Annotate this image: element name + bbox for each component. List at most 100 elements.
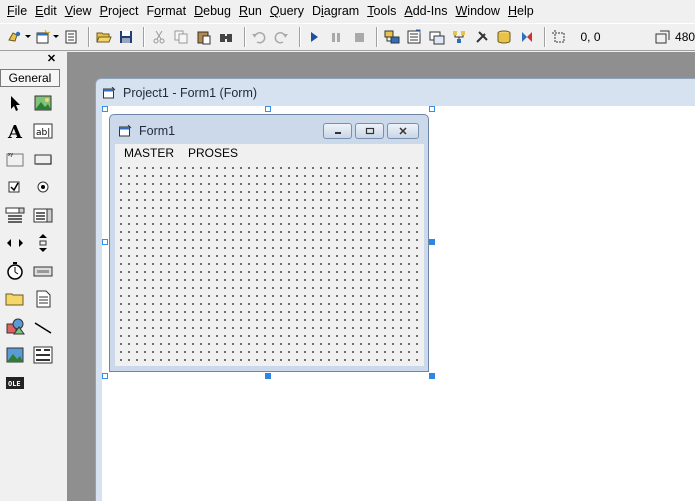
combobox-icon[interactable] bbox=[3, 203, 27, 227]
add-project-button[interactable] bbox=[6, 27, 25, 47]
data-icon[interactable] bbox=[31, 343, 55, 367]
menu-editor-button[interactable] bbox=[62, 27, 81, 47]
toolbox-panel: ✕ General Aab| xy OLE bbox=[0, 52, 62, 501]
resize-handle[interactable] bbox=[429, 239, 435, 245]
commandbutton-icon[interactable] bbox=[31, 147, 55, 171]
line-icon[interactable] bbox=[31, 315, 55, 339]
properties-window-icon[interactable] bbox=[405, 27, 424, 47]
resize-handle bbox=[265, 106, 271, 112]
save-project-icon[interactable] bbox=[117, 27, 136, 47]
menu-view[interactable]: View bbox=[61, 0, 96, 22]
object-browser-icon[interactable] bbox=[450, 27, 469, 47]
svg-text:OLE: OLE bbox=[8, 380, 21, 388]
standard-toolbar: 0, 0 480 bbox=[0, 23, 695, 51]
optionbutton-icon[interactable] bbox=[31, 175, 55, 199]
find-icon[interactable] bbox=[217, 27, 236, 47]
pointer-icon[interactable] bbox=[3, 91, 27, 115]
svg-text:A: A bbox=[7, 122, 23, 141]
form1-menu-bar: MASTER PROSES bbox=[115, 144, 424, 162]
toolbar-separator bbox=[298, 27, 301, 47]
svg-text:ab|: ab| bbox=[36, 128, 50, 138]
position-readout: 0, 0 bbox=[580, 30, 601, 44]
form-designer-title-text: Project1 - Form1 (Form) bbox=[123, 86, 258, 100]
toolbox-tab-general[interactable]: General bbox=[0, 69, 60, 87]
drivelistbox-icon[interactable] bbox=[31, 259, 55, 283]
menu-run[interactable]: Run bbox=[235, 0, 266, 22]
minimize-button[interactable] bbox=[323, 123, 352, 139]
image-icon[interactable] bbox=[3, 343, 27, 367]
resize-handle bbox=[102, 373, 108, 379]
vscrollbar-icon[interactable] bbox=[31, 231, 55, 255]
maximize-icon bbox=[365, 127, 374, 135]
data-view-icon[interactable] bbox=[495, 27, 514, 47]
toolbar-separator bbox=[88, 27, 91, 47]
position-icon bbox=[550, 27, 569, 47]
form1-title: Form1 bbox=[119, 124, 175, 138]
project-explorer-icon[interactable] bbox=[382, 27, 401, 47]
menu-diagram[interactable]: Diagram bbox=[308, 0, 363, 22]
menu-add-ins[interactable]: Add-Ins bbox=[400, 0, 451, 22]
menu-format[interactable]: Format bbox=[143, 0, 191, 22]
component-manager-icon[interactable] bbox=[517, 27, 536, 47]
cut-icon[interactable] bbox=[149, 27, 168, 47]
form-menu-proses[interactable]: PROSES bbox=[188, 146, 238, 160]
menu-file[interactable]: File bbox=[3, 0, 31, 22]
menu-tools[interactable]: Tools bbox=[363, 0, 400, 22]
maximize-button[interactable] bbox=[355, 123, 384, 139]
ole-icon[interactable]: OLE bbox=[3, 371, 27, 395]
open-project-icon[interactable] bbox=[94, 27, 113, 47]
add-project-dropdown[interactable] bbox=[25, 27, 32, 47]
minimize-icon bbox=[334, 132, 341, 134]
resize-handle bbox=[102, 239, 108, 245]
paste-icon[interactable] bbox=[195, 27, 214, 47]
close-icon bbox=[399, 127, 407, 135]
dirlistbox-icon[interactable] bbox=[3, 287, 27, 311]
resize-handle[interactable] bbox=[265, 373, 271, 379]
menu-bar: File Edit View Project Format Debug Run Query Di… bbox=[0, 0, 695, 22]
textbox-icon[interactable]: ab| bbox=[31, 119, 55, 143]
resize-handle bbox=[429, 106, 435, 112]
toolbox-icon[interactable] bbox=[472, 27, 491, 47]
toolbar-separator bbox=[143, 27, 146, 47]
form-designer-icon bbox=[103, 87, 116, 99]
resize-handle[interactable] bbox=[429, 373, 435, 379]
form-layout-icon[interactable] bbox=[427, 27, 446, 47]
checkbox-icon[interactable] bbox=[3, 175, 27, 199]
menu-help[interactable]: Help bbox=[504, 0, 538, 22]
toolbox-close-button[interactable]: ✕ bbox=[45, 53, 58, 65]
add-form-dropdown[interactable] bbox=[52, 27, 60, 47]
resize-handle bbox=[102, 106, 108, 112]
svg-text:xy: xy bbox=[8, 152, 14, 158]
menu-edit[interactable]: Edit bbox=[31, 0, 61, 22]
hscrollbar-icon[interactable] bbox=[3, 231, 27, 255]
toolbar-separator bbox=[376, 27, 379, 47]
form-designer-title: Project1 - Form1 (Form) bbox=[103, 86, 257, 100]
shape-icon[interactable] bbox=[3, 315, 27, 339]
close-button[interactable] bbox=[387, 123, 419, 139]
menu-window[interactable]: Window bbox=[451, 0, 503, 22]
size-icon bbox=[653, 27, 672, 47]
menu-project[interactable]: Project bbox=[96, 0, 143, 22]
form1-title-text: Form1 bbox=[139, 124, 176, 138]
menu-query[interactable]: Query bbox=[266, 0, 308, 22]
label-icon[interactable]: A bbox=[3, 119, 27, 143]
break-icon[interactable] bbox=[327, 27, 346, 47]
form1-icon bbox=[119, 125, 132, 137]
menu-debug[interactable]: Debug bbox=[190, 0, 235, 22]
size-readout: 480 bbox=[675, 30, 695, 44]
picturebox-icon[interactable] bbox=[31, 91, 55, 115]
form1-grid-canvas[interactable] bbox=[115, 162, 424, 366]
add-form-button[interactable] bbox=[34, 27, 53, 47]
listbox-icon[interactable] bbox=[31, 203, 55, 227]
toolbar-separator bbox=[543, 27, 546, 47]
end-icon[interactable] bbox=[350, 27, 369, 47]
frame-icon[interactable]: xy bbox=[3, 147, 27, 171]
timer-icon[interactable] bbox=[3, 259, 27, 283]
toolbar-separator bbox=[243, 27, 246, 47]
copy-icon[interactable] bbox=[172, 27, 191, 47]
filelistbox-icon[interactable] bbox=[31, 287, 55, 311]
undo-icon[interactable] bbox=[250, 27, 269, 47]
redo-icon[interactable] bbox=[272, 27, 291, 47]
form-menu-master[interactable]: MASTER bbox=[124, 146, 174, 160]
start-icon[interactable] bbox=[305, 27, 324, 47]
